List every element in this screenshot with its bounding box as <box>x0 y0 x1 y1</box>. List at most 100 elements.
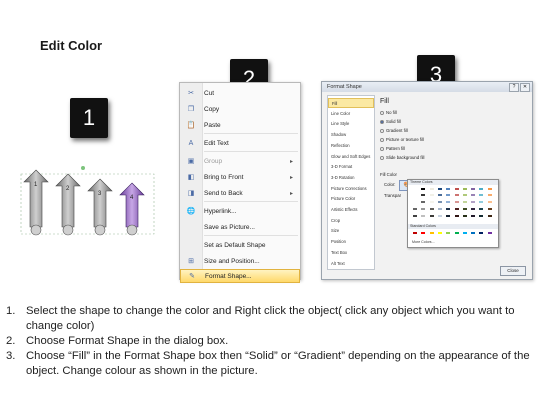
menu-item-send-to-back[interactable]: ◨ Send to Back ▸ <box>180 186 300 200</box>
arrow-3[interactable]: 3 <box>87 178 113 236</box>
nav-item-3-d-rotation[interactable]: 3-D Rotation <box>328 173 374 183</box>
menu-item-paste[interactable]: 📋 Paste <box>180 118 300 132</box>
nav-item-picture-color[interactable]: Picture Color <box>328 194 374 204</box>
menu-item-copy[interactable]: ❐ Copy <box>180 102 300 116</box>
theme-color-swatch[interactable] <box>428 214 435 218</box>
nav-item-crop[interactable]: Crop <box>328 216 374 226</box>
fill-option-solid-fill[interactable]: Solid fill <box>380 119 401 124</box>
nav-item-size[interactable]: Size <box>328 226 374 236</box>
theme-color-swatch[interactable] <box>486 193 493 197</box>
theme-color-swatch[interactable] <box>453 187 460 191</box>
theme-color-swatch[interactable] <box>478 187 485 191</box>
nav-item-alt-text[interactable]: Alt Text <box>328 259 374 269</box>
theme-color-swatch[interactable] <box>486 214 493 218</box>
standard-color-swatch[interactable] <box>445 231 452 235</box>
theme-color-swatch[interactable] <box>420 200 427 204</box>
nav-item-glow-and-soft-edges[interactable]: Glow and Soft Edges <box>328 152 374 162</box>
theme-color-swatch[interactable] <box>478 193 485 197</box>
theme-color-swatch[interactable] <box>436 207 443 211</box>
nav-item-fill[interactable]: Fill <box>328 98 374 108</box>
menu-item-set-as-default-shape[interactable]: Set as Default Shape <box>180 238 300 252</box>
theme-color-swatch[interactable] <box>453 214 460 218</box>
menu-item-save-as-picture[interactable]: Save as Picture... <box>180 220 300 234</box>
nav-item-3-d-format[interactable]: 3-D Format <box>328 162 374 172</box>
menu-item-hyperlink[interactable]: 🌐 Hyperlink... <box>180 204 300 218</box>
menu-item-group[interactable]: ▣ Group ▸ <box>180 154 300 168</box>
fill-option-slide-background-fill[interactable]: Slide background fill <box>380 155 424 160</box>
standard-color-swatch[interactable] <box>486 231 493 235</box>
theme-color-swatch[interactable] <box>478 200 485 204</box>
arrow-4-selected[interactable]: 4 <box>119 182 145 236</box>
theme-color-swatch[interactable] <box>478 214 485 218</box>
standard-color-swatch[interactable] <box>470 231 477 235</box>
theme-color-swatch[interactable] <box>486 207 493 211</box>
theme-color-swatch[interactable] <box>486 200 493 204</box>
theme-color-swatch[interactable] <box>445 193 452 197</box>
theme-color-swatch[interactable] <box>470 200 477 204</box>
nav-item-line-style[interactable]: Line Style <box>328 119 374 129</box>
theme-color-swatch[interactable] <box>486 187 493 191</box>
arrow-2[interactable]: 2 <box>55 173 81 236</box>
help-icon[interactable]: ? <box>509 83 519 92</box>
fill-option-gradient-fill[interactable]: Gradient fill <box>380 128 408 133</box>
theme-color-swatch[interactable] <box>461 187 468 191</box>
standard-color-swatch[interactable] <box>412 231 418 235</box>
theme-color-swatch[interactable] <box>445 214 452 218</box>
fill-option-no-fill[interactable]: No fill <box>380 110 397 115</box>
standard-color-swatch[interactable] <box>478 231 485 235</box>
fill-option-pattern-fill[interactable]: Pattern fill <box>380 146 405 151</box>
theme-color-swatch[interactable] <box>461 200 468 204</box>
theme-color-swatch[interactable] <box>412 207 418 211</box>
more-colors-link[interactable]: More Colors... <box>412 240 435 244</box>
nav-item-reflection[interactable]: Reflection <box>328 141 374 151</box>
menu-item-bring-to-front[interactable]: ◧ Bring to Front ▸ <box>180 170 300 184</box>
menu-item-format-shape[interactable]: ✎ Format Shape... <box>180 269 300 283</box>
theme-color-swatch[interactable] <box>436 200 443 204</box>
rotate-handle[interactable] <box>81 166 85 170</box>
theme-color-swatch[interactable] <box>436 187 443 191</box>
nav-item-picture-corrections[interactable]: Picture Corrections <box>328 184 374 194</box>
theme-color-swatch[interactable] <box>478 207 485 211</box>
theme-color-swatch[interactable] <box>470 193 477 197</box>
theme-color-swatch[interactable] <box>453 200 460 204</box>
theme-color-swatch[interactable] <box>412 193 418 197</box>
theme-color-swatch[interactable] <box>412 214 418 218</box>
theme-color-swatch[interactable] <box>428 200 435 204</box>
theme-color-swatch[interactable] <box>470 207 477 211</box>
theme-color-swatch[interactable] <box>420 193 427 197</box>
theme-color-swatch[interactable] <box>470 214 477 218</box>
close-button[interactable]: Close <box>500 266 526 276</box>
theme-color-swatch[interactable] <box>461 207 468 211</box>
nav-item-artistic-effects[interactable]: Artistic Effects <box>328 205 374 215</box>
theme-color-swatch[interactable] <box>428 193 435 197</box>
standard-color-swatch[interactable] <box>436 231 443 235</box>
theme-color-swatch[interactable] <box>412 187 418 191</box>
menu-item-cut[interactable]: ✂ Cut <box>180 86 300 100</box>
theme-color-swatch[interactable] <box>420 187 427 191</box>
standard-color-swatch[interactable] <box>428 231 435 235</box>
nav-item-shadow[interactable]: Shadow <box>328 130 374 140</box>
theme-color-swatch[interactable] <box>461 214 468 218</box>
theme-color-swatch[interactable] <box>436 214 443 218</box>
arrow-1[interactable]: 1 <box>23 169 49 236</box>
theme-color-swatch[interactable] <box>420 207 427 211</box>
fill-option-picture-or-texture-fill[interactable]: Picture or texture fill <box>380 137 424 142</box>
standard-color-swatch[interactable] <box>420 231 427 235</box>
theme-color-swatch[interactable] <box>412 200 418 204</box>
standard-color-swatch[interactable] <box>453 231 460 235</box>
arrow-shapes[interactable]: 1 2 3 4 <box>18 165 158 245</box>
theme-color-swatch[interactable] <box>436 193 443 197</box>
theme-color-swatch[interactable] <box>470 187 477 191</box>
nav-item-line-color[interactable]: Line Color <box>328 109 374 119</box>
close-icon[interactable]: ✕ <box>520 83 530 92</box>
theme-color-swatch[interactable] <box>428 187 435 191</box>
menu-item-edit-text[interactable]: A Edit Text <box>180 136 300 150</box>
standard-color-swatch[interactable] <box>461 231 468 235</box>
theme-color-swatch[interactable] <box>453 207 460 211</box>
theme-color-swatch[interactable] <box>420 214 427 218</box>
theme-color-swatch[interactable] <box>461 193 468 197</box>
theme-color-swatch[interactable] <box>453 193 460 197</box>
theme-color-swatch[interactable] <box>428 207 435 211</box>
theme-color-swatch[interactable] <box>445 207 452 211</box>
menu-item-size-and-position[interactable]: ⊞ Size and Position... <box>180 254 300 268</box>
